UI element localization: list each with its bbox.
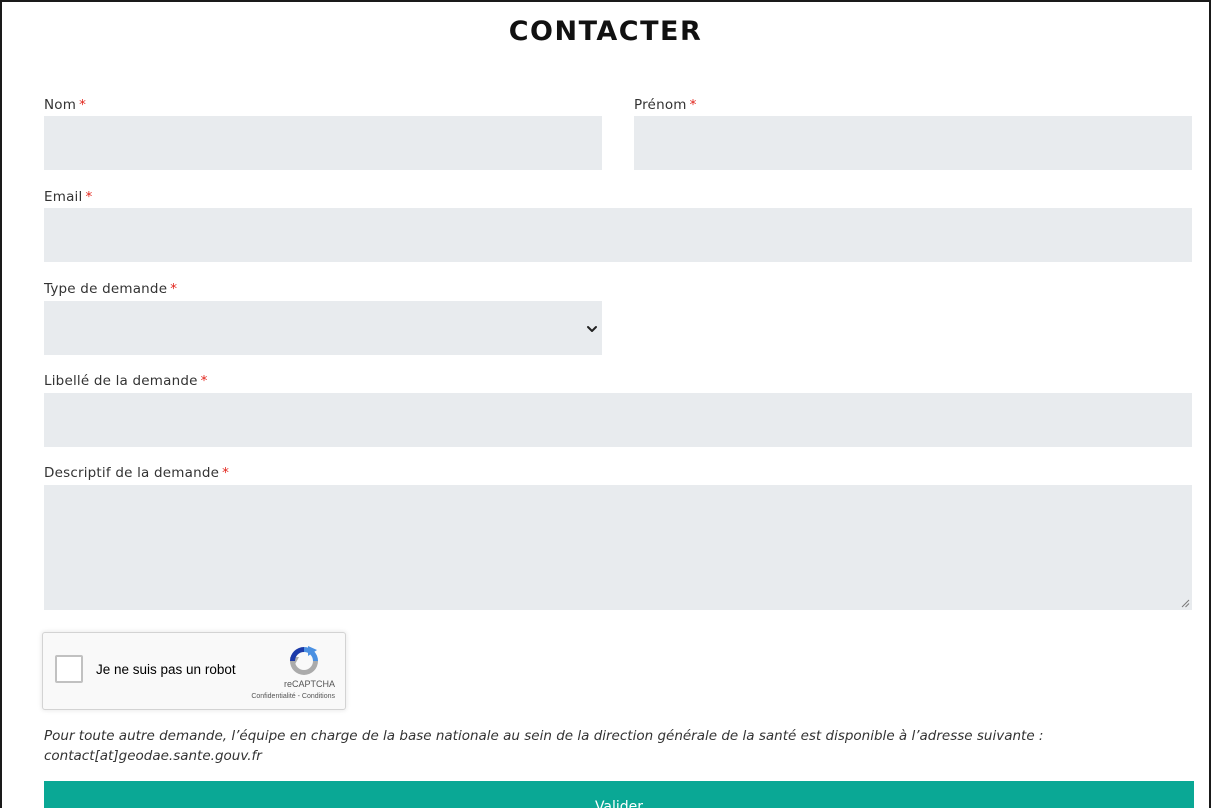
contact-form-frame: CONTACTER Nom * Prénom * Email * Type de de… (0, 0, 1211, 808)
submit-button-label: Valider (594, 799, 644, 808)
recaptcha-privacy-link[interactable]: Confidentialité (251, 693, 295, 700)
type-label-text: Type de demande (44, 281, 168, 297)
type-label: Type de demande * (44, 281, 177, 297)
required-marker: * (200, 373, 208, 389)
libelle-input[interactable] (44, 393, 1192, 447)
required-marker: * (170, 281, 178, 297)
email-input[interactable] (44, 208, 1192, 262)
descriptif-textarea[interactable] (44, 485, 1192, 610)
nom-label: Nom * (44, 97, 86, 113)
prenom-input[interactable] (634, 116, 1192, 170)
contact-note: Pour toute autre demande, l’équipe en ch… (44, 726, 1194, 766)
descriptif-label: Descriptif de la demande * (44, 465, 229, 481)
submit-button[interactable]: Valider (44, 781, 1194, 808)
prenom-label-text: Prénom (634, 97, 687, 113)
required-marker: * (79, 97, 87, 113)
chevron-down-icon[interactable] (585, 322, 599, 336)
recaptcha-links: Confidentialité - Conditions (251, 693, 335, 700)
recaptcha-logo-icon (290, 646, 318, 675)
libelle-label-text: Libellé de la demande (44, 373, 198, 389)
nom-input[interactable] (44, 116, 602, 170)
required-marker: * (85, 189, 93, 205)
email-label: Email * (44, 189, 92, 205)
recaptcha-terms-link[interactable]: Conditions (302, 693, 335, 700)
recaptcha-label: Je ne suis pas un robot (96, 662, 236, 677)
recaptcha-brand: reCAPTCHA (283, 679, 335, 689)
email-label-text: Email (44, 189, 83, 205)
page-title: CONTACTER (508, 16, 703, 47)
libelle-label: Libellé de la demande * (44, 373, 208, 389)
nom-label-text: Nom (44, 97, 77, 113)
type-select[interactable] (44, 301, 602, 355)
resize-grip-icon[interactable] (1180, 598, 1190, 608)
descriptif-label-text: Descriptif de la demande (44, 465, 220, 481)
required-marker: * (222, 465, 230, 481)
recaptcha-widget: Je ne suis pas un robot reCAPTCHA Confid… (42, 632, 346, 710)
contact-note-line: Pour toute autre demande, l’équipe en ch… (44, 728, 1044, 744)
contact-email-text: contact[at]geodae.sante.gouv.fr (44, 748, 262, 764)
prenom-label: Prénom * (634, 97, 697, 113)
required-marker: * (689, 97, 697, 113)
recaptcha-checkbox[interactable] (55, 655, 83, 683)
